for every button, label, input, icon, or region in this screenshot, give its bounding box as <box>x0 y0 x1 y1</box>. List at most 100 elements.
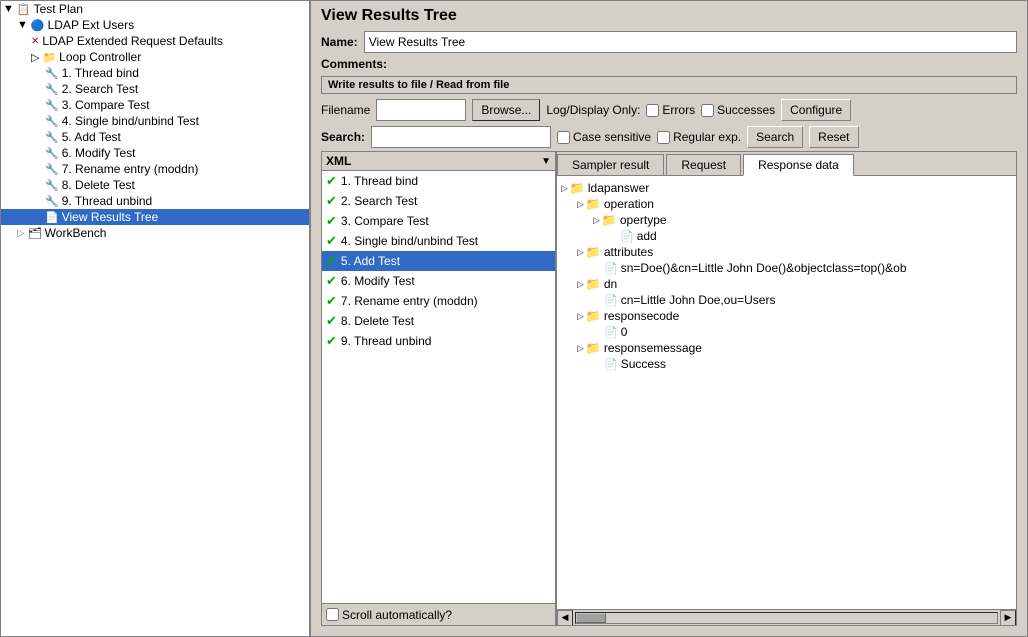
folder-icon: 📁 <box>586 309 601 323</box>
tree-item-label: 5. Add Test <box>62 130 121 144</box>
tree-item-label: 3. Compare Test <box>62 98 150 112</box>
search-input[interactable] <box>371 126 551 148</box>
left-tree-item[interactable]: 🔧1. Thread bind <box>1 65 309 81</box>
xml-list-item[interactable]: ✔8. Delete Test <box>322 311 555 331</box>
scroll-auto-checkbox[interactable] <box>326 608 339 621</box>
left-tree-item[interactable]: 🔧2. Search Test <box>1 81 309 97</box>
result-tab-sampler[interactable]: Sampler result <box>557 154 664 175</box>
folder-icon: 📁 <box>586 277 601 291</box>
left-tree-item[interactable]: 🔧8. Delete Test <box>1 177 309 193</box>
node-label: sn=Doe()&cn=Little John Doe()&objectclas… <box>621 261 907 275</box>
node-label: operation <box>604 197 654 211</box>
scroll-right-arrow[interactable]: ▶ <box>1000 610 1016 626</box>
tree-item-label: WorkBench <box>45 226 107 240</box>
result-tab-response[interactable]: Response data <box>743 154 854 176</box>
check-icon: ✔ <box>326 333 337 349</box>
expand-icon[interactable]: ▷ <box>577 311 584 322</box>
regular-exp-label[interactable]: Regular exp. <box>657 130 741 144</box>
xml-list-item[interactable]: ✔9. Thread unbind <box>322 331 555 351</box>
xml-list-item[interactable]: ✔7. Rename entry (moddn) <box>322 291 555 311</box>
left-tree-item[interactable]: ▷🗂WorkBench <box>1 225 309 241</box>
xml-item-label: 1. Thread bind <box>341 174 418 188</box>
bottom-area: XML ▼ ✔1. Thread bind✔2. Search Test✔3. … <box>321 151 1017 626</box>
result-tab-request[interactable]: Request <box>666 154 741 175</box>
file-icon: 📄 <box>604 326 618 339</box>
node-label: responsecode <box>604 309 679 323</box>
node-row[interactable]: 📄0 <box>561 324 1012 340</box>
search-button[interactable]: Search <box>747 126 803 148</box>
xml-dropdown-arrow[interactable]: ▼ <box>541 156 551 167</box>
left-tree-item[interactable]: 🔧7. Rename entry (moddn) <box>1 161 309 177</box>
left-tree-item[interactable]: ▼🔵LDAP Ext Users <box>1 17 309 33</box>
xml-list-item[interactable]: ✔5. Add Test <box>322 251 555 271</box>
node-label: Success <box>621 357 666 371</box>
errors-checkbox[interactable] <box>646 104 659 117</box>
tree-item-label: 9. Thread unbind <box>62 194 153 208</box>
xml-list-container: XML ▼ ✔1. Thread bind✔2. Search Test✔3. … <box>322 152 557 625</box>
left-tree-item[interactable]: 🔧9. Thread unbind <box>1 193 309 209</box>
tree-item-label: 1. Thread bind <box>62 66 139 80</box>
node-row[interactable]: ▷📁operation <box>561 196 1012 212</box>
node-row[interactable]: ▷📁opertype <box>561 212 1012 228</box>
browse-button[interactable]: Browse... <box>472 99 540 121</box>
xml-list-item[interactable]: ✔6. Modify Test <box>322 271 555 291</box>
node-row[interactable]: 📄sn=Doe()&cn=Little John Doe()&objectcla… <box>561 260 1012 276</box>
xml-list-item[interactable]: ✔1. Thread bind <box>322 171 555 191</box>
node-row[interactable]: ▷📁dn <box>561 276 1012 292</box>
configure-button[interactable]: Configure <box>781 99 851 121</box>
node-row[interactable]: ▷📁responsecode <box>561 308 1012 324</box>
left-tree-item[interactable]: ✕LDAP Extended Request Defaults <box>1 33 309 49</box>
regular-exp-checkbox[interactable] <box>657 131 670 144</box>
successes-checkbox-label[interactable]: Successes <box>701 103 775 117</box>
node-row[interactable]: ▷📁attributes <box>561 244 1012 260</box>
scroll-auto-label[interactable]: Scroll automatically? <box>326 608 452 622</box>
check-icon: ✔ <box>326 213 337 229</box>
comments-row: Comments: <box>311 55 1027 73</box>
tree-item-label: Loop Controller <box>59 50 141 64</box>
left-tree-item[interactable]: 🔧5. Add Test <box>1 129 309 145</box>
hscroll-thumb[interactable] <box>576 613 606 623</box>
expand-icon[interactable]: ▷ <box>577 279 584 290</box>
xml-list-item[interactable]: ✔4. Single bind/unbind Test <box>322 231 555 251</box>
left-tree-item[interactable]: ▼📋Test Plan <box>1 1 309 17</box>
hscroll-track[interactable] <box>575 612 998 624</box>
node-label: attributes <box>604 245 653 259</box>
node-row[interactable]: 📄Success <box>561 356 1012 372</box>
folder-icon: 📁 <box>570 181 585 195</box>
xml-item-label: 8. Delete Test <box>341 314 414 328</box>
result-content: ▷📁ldapanswer▷📁operation▷📁opertype📄add▷📁a… <box>557 176 1016 609</box>
node-row[interactable]: ▷📁responsemessage <box>561 340 1012 356</box>
reset-button[interactable]: Reset <box>809 126 858 148</box>
tree-item-label: 6. Modify Test <box>62 146 136 160</box>
expand-icon[interactable]: ▷ <box>593 215 600 226</box>
left-tree-item[interactable]: 📄View Results Tree <box>1 209 309 225</box>
filename-input[interactable] <box>376 99 466 121</box>
xml-item-label: 4. Single bind/unbind Test <box>341 234 478 248</box>
scroll-left-arrow[interactable]: ◀ <box>557 610 573 626</box>
name-input[interactable] <box>364 31 1017 53</box>
check-icon: ✔ <box>326 253 337 269</box>
name-label: Name: <box>321 35 358 49</box>
expand-icon[interactable]: ▷ <box>577 343 584 354</box>
left-tree-item[interactable]: 🔧3. Compare Test <box>1 97 309 113</box>
left-tree-item[interactable]: ▷📁Loop Controller <box>1 49 309 65</box>
left-tree-item[interactable]: 🔧6. Modify Test <box>1 145 309 161</box>
tree-item-label: LDAP Ext Users <box>48 18 134 32</box>
right-panel: View Results Tree Name: Comments: Write … <box>311 1 1027 636</box>
case-sensitive-label[interactable]: Case sensitive <box>557 130 651 144</box>
expand-icon[interactable]: ▷ <box>561 183 568 194</box>
node-row[interactable]: 📄cn=Little John Doe,ou=Users <box>561 292 1012 308</box>
xml-list-item[interactable]: ✔3. Compare Test <box>322 211 555 231</box>
expand-icon[interactable]: ▷ <box>577 199 584 210</box>
successes-checkbox[interactable] <box>701 104 714 117</box>
expand-icon[interactable]: ▷ <box>577 247 584 258</box>
left-tree-item[interactable]: 🔧4. Single bind/unbind Test <box>1 113 309 129</box>
tree-item-label: 2. Search Test <box>62 82 139 96</box>
comments-label: Comments: <box>321 57 387 71</box>
node-row[interactable]: 📄add <box>561 228 1012 244</box>
case-sensitive-checkbox[interactable] <box>557 131 570 144</box>
errors-checkbox-label[interactable]: Errors <box>646 103 695 117</box>
node-row[interactable]: ▷📁ldapanswer <box>561 180 1012 196</box>
xml-list-item[interactable]: ✔2. Search Test <box>322 191 555 211</box>
xml-item-label: 7. Rename entry (moddn) <box>341 294 478 308</box>
